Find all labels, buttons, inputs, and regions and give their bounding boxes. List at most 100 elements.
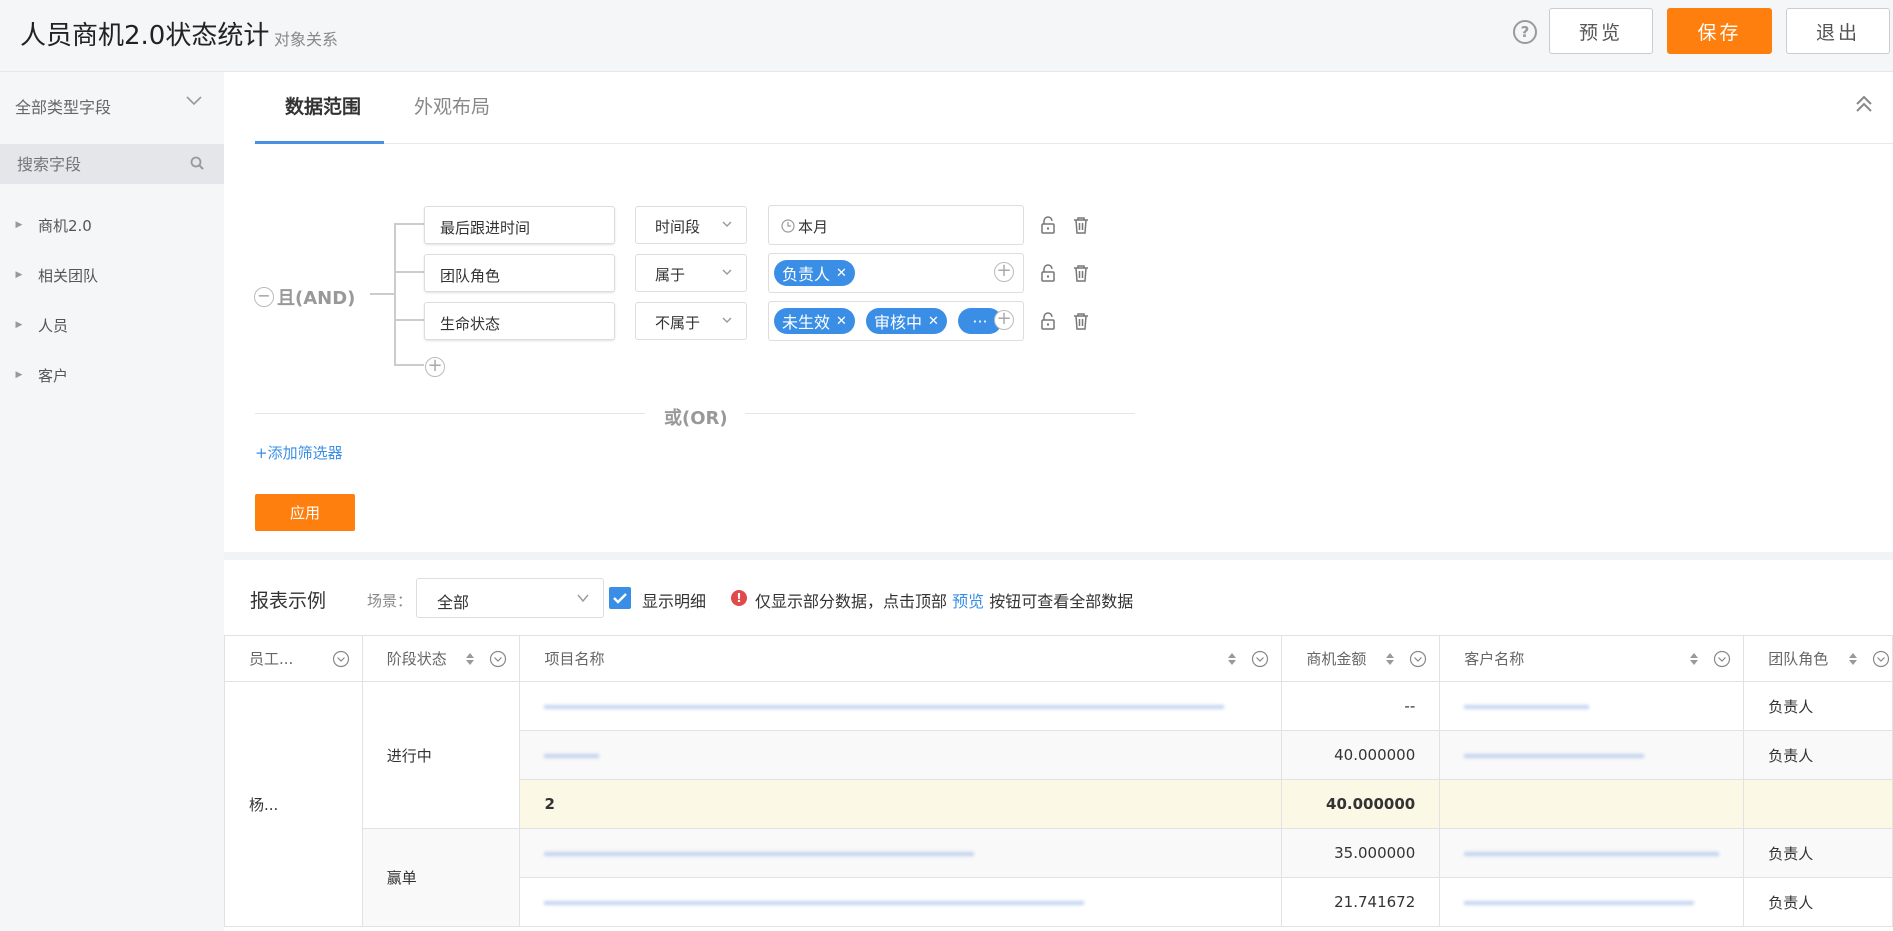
- value-tag[interactable]: 负责人 ✕: [774, 260, 855, 286]
- close-icon[interactable]: ✕: [836, 314, 847, 329]
- condition-value-tags[interactable]: 未生效 ✕ 审核中 ✕ ··· +: [768, 301, 1024, 341]
- tag-label: 负责人: [782, 265, 831, 284]
- unlock-icon[interactable]: [1040, 264, 1056, 282]
- tab-data-range[interactable]: 数据范围: [285, 92, 361, 119]
- unlock-icon[interactable]: [1040, 216, 1056, 234]
- sidebar-item-personnel[interactable]: ▶ 人员: [0, 300, 98, 350]
- search-input[interactable]: [15, 154, 185, 175]
- or-divider-right: [745, 413, 1135, 414]
- sort-icon[interactable]: [1385, 652, 1395, 666]
- and-connector-line: [370, 293, 395, 295]
- field-type-select[interactable]: 全部类型字段: [15, 94, 111, 118]
- project-name-cell[interactable]: [519, 877, 1283, 927]
- sidebar-item-customer[interactable]: ▶ 客户: [0, 350, 98, 400]
- table-header-row: 员工... 阶段状态 项目名称 商机金额 客户名称 团队角色: [224, 635, 1893, 682]
- subtotal-count: 2: [519, 779, 1283, 829]
- column-header[interactable]: 商机金额: [1281, 635, 1441, 682]
- delete-icon[interactable]: [1073, 264, 1089, 282]
- report-title: 报表示例: [250, 590, 327, 612]
- customer-cell[interactable]: [1439, 681, 1745, 731]
- and-group-label: 且(AND): [277, 288, 356, 309]
- condition-value-date[interactable]: 本月: [768, 205, 1024, 245]
- and-branch-line: [394, 364, 424, 366]
- sort-icon[interactable]: [465, 652, 475, 666]
- preview-link[interactable]: 预览: [952, 592, 984, 611]
- exit-button[interactable]: 退出: [1786, 8, 1890, 54]
- empty-cell: [1439, 779, 1745, 829]
- customer-cell[interactable]: [1439, 828, 1745, 878]
- value-tag[interactable]: 未生效 ✕: [774, 308, 855, 334]
- tab-appearance[interactable]: 外观布局: [414, 92, 490, 119]
- redacted-text: [1464, 753, 1645, 758]
- column-label: 阶段状态: [386, 650, 447, 668]
- show-detail-checkbox[interactable]: [609, 587, 631, 609]
- chevron-down-icon[interactable]: [186, 96, 202, 106]
- sort-icon[interactable]: [1848, 652, 1858, 666]
- add-value-icon[interactable]: +: [994, 310, 1014, 330]
- filter-dropdown-icon[interactable]: [1409, 650, 1427, 668]
- top-header: 人员商机2.0状态统计 对象关系 ? 预览 保存 退出: [0, 0, 1893, 72]
- redacted-text: [544, 851, 975, 856]
- search-icon[interactable]: [190, 156, 204, 170]
- column-header[interactable]: 团队角色: [1743, 635, 1893, 682]
- redacted-text: [544, 753, 600, 758]
- condition-operator[interactable]: 属于: [635, 254, 747, 292]
- column-header[interactable]: 员工...: [224, 635, 363, 682]
- sort-icon[interactable]: [1227, 652, 1237, 666]
- filter-dropdown-icon[interactable]: [332, 650, 350, 668]
- redacted-text: [1464, 900, 1695, 905]
- filter-dropdown-icon[interactable]: [1251, 650, 1269, 668]
- project-name-cell[interactable]: [519, 681, 1283, 731]
- tag-label: 审核中: [874, 313, 923, 332]
- and-branch-line: [394, 223, 424, 225]
- team-role-cell: 负责人: [1743, 828, 1893, 878]
- close-icon[interactable]: ✕: [928, 314, 939, 329]
- condition-operator[interactable]: 时间段: [635, 206, 747, 244]
- redacted-text: [544, 900, 1085, 905]
- report-preview: 报表示例 场景： 全部 显示明细 ! 仅显示部分数据，点击顶部 预览 按钮可查看…: [224, 560, 1893, 931]
- project-name-cell[interactable]: [519, 730, 1283, 780]
- condition-operator[interactable]: 不属于: [635, 302, 747, 340]
- collapse-up-icon[interactable]: [1854, 94, 1874, 114]
- and-branch-line: [394, 271, 424, 273]
- condition-value-tags[interactable]: 负责人 ✕ +: [768, 253, 1024, 293]
- add-condition-icon[interactable]: +: [425, 357, 445, 377]
- condition-field[interactable]: 团队角色: [424, 254, 615, 292]
- sidebar-item-opportunity[interactable]: ▶ 商机2.0: [0, 200, 98, 250]
- filter-dropdown-icon[interactable]: [1713, 650, 1731, 668]
- preview-button[interactable]: 预览: [1549, 8, 1653, 54]
- add-value-icon[interactable]: +: [994, 262, 1014, 282]
- condition-field[interactable]: 生命状态: [424, 302, 615, 340]
- column-header[interactable]: 客户名称: [1439, 635, 1745, 682]
- filter-dropdown-icon[interactable]: [1872, 650, 1890, 668]
- save-button[interactable]: 保存: [1667, 8, 1772, 54]
- add-filter-link[interactable]: +添加筛选器: [255, 442, 343, 463]
- warning-prefix: 仅显示部分数据，点击顶部: [755, 592, 948, 611]
- customer-cell[interactable]: [1439, 730, 1745, 780]
- project-name-cell[interactable]: [519, 828, 1283, 878]
- condition-field[interactable]: 最后跟进时间: [424, 206, 615, 244]
- column-header[interactable]: 阶段状态: [361, 635, 521, 682]
- apply-button[interactable]: 应用: [255, 494, 355, 531]
- sidebar-item-label: 商机2.0: [38, 216, 92, 235]
- delete-icon[interactable]: [1073, 216, 1089, 234]
- delete-icon[interactable]: [1073, 312, 1089, 330]
- page-title: 人员商机2.0状态统计: [20, 21, 270, 51]
- sidebar-item-team[interactable]: ▶ 相关团队: [0, 250, 98, 300]
- customer-cell[interactable]: [1439, 877, 1745, 927]
- team-role-cell: 负责人: [1743, 877, 1893, 927]
- filter-dropdown-icon[interactable]: [489, 650, 507, 668]
- column-label: 团队角色: [1768, 650, 1829, 668]
- redacted-text: [1464, 851, 1720, 856]
- scene-select[interactable]: 全部: [416, 578, 604, 618]
- sort-icon[interactable]: [1689, 652, 1699, 666]
- close-icon[interactable]: ✕: [836, 266, 847, 281]
- column-label: 员工...: [249, 650, 294, 668]
- remove-group-icon[interactable]: −: [254, 287, 274, 307]
- help-icon[interactable]: ?: [1513, 20, 1537, 44]
- table-row: 赢单 35.000000 负责人: [225, 828, 1893, 927]
- column-header[interactable]: 项目名称: [519, 635, 1283, 682]
- unlock-icon[interactable]: [1040, 312, 1056, 330]
- value-tag[interactable]: 审核中 ✕: [866, 308, 947, 334]
- column-label: 商机金额: [1306, 650, 1367, 668]
